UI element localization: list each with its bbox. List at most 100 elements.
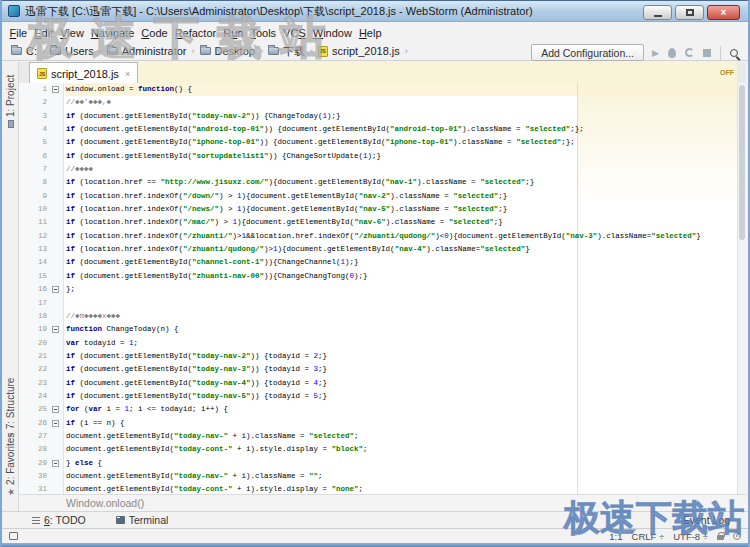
breadcrumb-item-script-2018-js[interactable]: script_2018.js: [318, 45, 400, 57]
code-line[interactable]: 11if (location.href.indexOf("/mac/") > 1…: [19, 216, 736, 229]
code-text: document.getElementById("today-nav-" + i…: [66, 470, 323, 483]
run-icon[interactable]: ▶: [652, 48, 659, 58]
fold-marker-icon[interactable]: [52, 420, 59, 427]
menu-run[interactable]: Run: [220, 25, 247, 41]
code-line[interactable]: 19function ChangeToday(n) {: [19, 323, 736, 336]
code-line[interactable]: 26if (i == n) {: [19, 417, 736, 430]
fold-column: [47, 203, 66, 216]
menu-file[interactable]: File: [6, 25, 31, 41]
tool-button-project[interactable]: 1: Project: [5, 75, 16, 128]
code-line[interactable]: 16};: [19, 283, 736, 296]
menu-view[interactable]: View: [57, 25, 88, 41]
fold-column: [47, 256, 66, 269]
tab-script-2018-js[interactable]: script_2018.js ×: [29, 62, 138, 84]
breadcrumb-item-administrator[interactable]: Administrator: [107, 45, 187, 57]
fold-marker-icon[interactable]: [52, 86, 59, 93]
code-line[interactable]: 3if (document.getElementById("today-nav-…: [19, 110, 736, 123]
scrollbar-thumb[interactable]: [739, 85, 745, 240]
breadcrumb-label: Administrator: [122, 45, 187, 57]
code-line[interactable]: 5if (document.getElementById("iphone-top…: [19, 136, 736, 149]
code-line[interactable]: 1window.onload = function() {: [19, 83, 736, 96]
menu-navigate[interactable]: Navigate: [87, 25, 137, 41]
code-line[interactable]: 20var todayid = 1;: [19, 337, 736, 350]
code-area[interactable]: 1window.onload = function() {2//◆◆'◆◆◆,◆…: [19, 83, 736, 494]
code-line[interactable]: 23if (document.getElementById("today-nav…: [19, 377, 736, 390]
breadcrumb-item-desktop[interactable]: Desktop: [200, 45, 255, 57]
code-line[interactable]: 18//◆π◆◆◆◆x◆◆◆: [19, 310, 736, 323]
tab-close-icon[interactable]: ×: [125, 69, 130, 79]
menu-tools[interactable]: Tools: [247, 25, 280, 41]
debug-icon[interactable]: [668, 48, 676, 58]
vertical-scrollbar[interactable]: [737, 83, 746, 494]
tool-button-label: 1: Project: [5, 75, 16, 117]
menu-code[interactable]: Code: [138, 25, 171, 41]
hector-inspector-icon[interactable]: [733, 532, 741, 540]
code-line[interactable]: 21if (document.getElementById("today-nav…: [19, 350, 736, 363]
line-number: 30: [19, 470, 47, 483]
line-ending-indicator[interactable]: CRLF ÷: [632, 531, 665, 542]
fold-marker-icon[interactable]: [52, 326, 59, 333]
code-line[interactable]: 6if (document.getElementById("sortupdate…: [19, 150, 736, 163]
tool-window-6-todo[interactable]: 6: TODO: [32, 514, 86, 526]
tool-button-favorites[interactable]: ★2: Favorites: [5, 433, 16, 496]
fold-column: [47, 403, 66, 416]
fold-marker-icon[interactable]: [52, 286, 59, 293]
close-button[interactable]: ×: [707, 5, 740, 20]
line-number: 23: [19, 377, 47, 390]
menu-vcs[interactable]: VCS: [280, 25, 310, 41]
code-line[interactable]: 24if (document.getElementById("today-nav…: [19, 390, 736, 403]
code-line[interactable]: 4if (document.getElementById("android-to…: [19, 123, 736, 136]
menu-edit[interactable]: Edit: [31, 25, 57, 41]
tool-window-toggle-icon[interactable]: [9, 532, 18, 540]
tool-window-event-log[interactable]: Event Log: [683, 514, 730, 526]
code-line[interactable]: 10if (location.href.indexOf("/news/") > …: [19, 203, 736, 216]
code-line[interactable]: 22if (document.getElementById("today-nav…: [19, 363, 736, 376]
code-line[interactable]: 2//◆◆'◆◆◆,◆: [19, 96, 736, 109]
code-text: if (document.getElementById("channel-con…: [66, 256, 359, 269]
menu-refactor[interactable]: Refactor: [171, 25, 220, 41]
tool-window-label: Event Log: [683, 514, 730, 526]
search-icon[interactable]: [730, 49, 738, 57]
code-line[interactable]: 9if (location.href.indexOf("/down/") > 1…: [19, 190, 736, 203]
code-line[interactable]: 30 document.getElementById("today-nav-" +…: [19, 470, 736, 483]
editor-tab-bar: script_2018.js × OFF: [19, 62, 746, 84]
menu-help[interactable]: Help: [355, 25, 385, 41]
breadcrumb-label: C:: [26, 45, 37, 57]
code-line[interactable]: 31document.getElementById("today-cont-" …: [19, 483, 736, 494]
caret-position[interactable]: 1:1: [609, 531, 622, 542]
minimize-button[interactable]: [643, 5, 672, 20]
code-editor[interactable]: 1window.onload = function() {2//◆◆'◆◆◆,◆…: [19, 83, 746, 494]
add-configuration-button[interactable]: Add Configuration...: [531, 44, 644, 61]
breadcrumb-item--[interactable]: 下载: [268, 44, 305, 59]
code-line[interactable]: 28document.getElementById("today-cont-" …: [19, 443, 736, 456]
line-number: 17: [19, 297, 47, 310]
coverage-icon[interactable]: [685, 48, 694, 57]
maximize-button[interactable]: [675, 5, 704, 20]
code-line[interactable]: 29} else {: [19, 457, 736, 470]
maximize-icon: [686, 9, 694, 16]
code-line[interactable]: 25for (var i = 1; i <= todayid; i++) {: [19, 403, 736, 416]
lock-icon[interactable]: [717, 535, 724, 540]
editor-breadcrumb-bar: Window.onload(): [19, 494, 746, 511]
code-line[interactable]: 17: [19, 297, 736, 310]
encoding-indicator[interactable]: UTF-8 ÷: [673, 531, 708, 542]
tool-button-structure[interactable]: ≡7: Structure: [5, 378, 16, 437]
title-bar[interactable]: 迅雷下载 [C:\迅雷下载] - C:\Users\Administrator\…: [2, 0, 748, 22]
code-line[interactable]: 14if (document.getElementById("channel-c…: [19, 256, 736, 269]
breadcrumb-window-onload[interactable]: Window.onload(): [66, 497, 144, 509]
code-line[interactable]: 12if (location.href.indexOf("/zhuanti/")…: [19, 230, 736, 243]
breadcrumb-item-c-[interactable]: C:: [11, 45, 37, 57]
code-line[interactable]: 27document.getElementById("today-nav-" +…: [19, 430, 736, 443]
tool-window-terminal[interactable]: Terminal: [116, 514, 169, 526]
line-number: 15: [19, 270, 47, 283]
code-line[interactable]: 13if (location.href.indexOf("/zhuanti/qu…: [19, 243, 736, 256]
stop-icon[interactable]: [703, 49, 711, 57]
fold-marker-icon[interactable]: [52, 460, 59, 467]
fold-marker-icon[interactable]: [52, 406, 59, 413]
code-line[interactable]: 15if (document.getElementById("zhuanti-n…: [19, 270, 736, 283]
menu-window[interactable]: Window: [309, 25, 355, 41]
code-line[interactable]: 8if (location.href == "http://www.jisuxz…: [19, 176, 736, 189]
breadcrumb-item-users[interactable]: Users: [50, 45, 94, 57]
status-bar: 1:1 CRLF ÷ UTF-8 ÷: [2, 528, 748, 543]
code-line[interactable]: 7//◆◆◆◆: [19, 163, 736, 176]
